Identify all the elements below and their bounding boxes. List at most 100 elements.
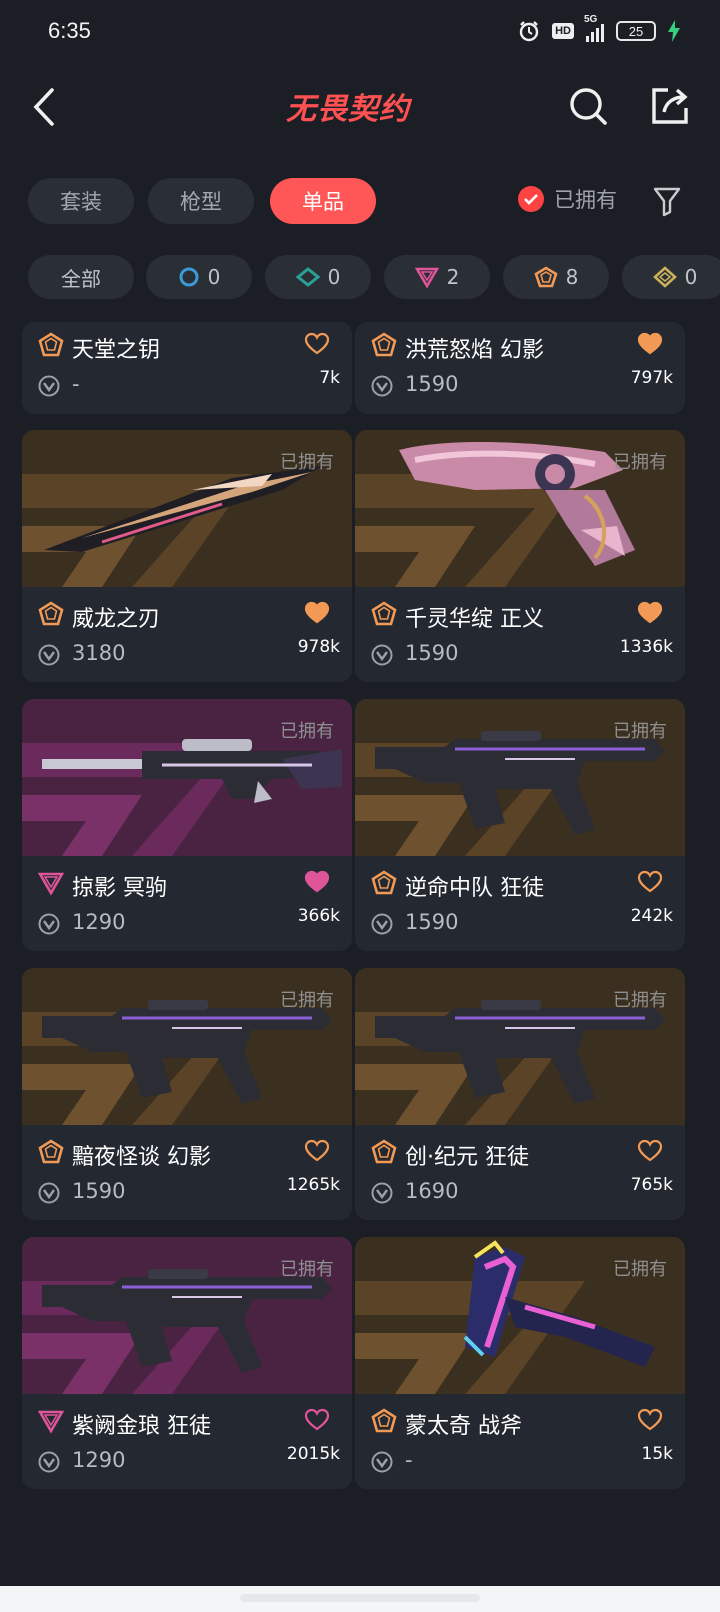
owned-tag: 已拥有 [613,721,667,742]
chip-count: 2 [446,265,460,289]
premium-tier-icon [38,872,64,896]
favorite-heart-icon[interactable] [304,332,330,356]
skin-name: 创·纪元 狂徒 [405,1145,529,1170]
select-tier-icon [179,267,199,287]
rifle-art [375,731,665,835]
skin-name: 逆命中队 狂徒 [405,876,544,901]
skin-image[interactable]: 已拥有 [355,699,685,856]
like-count: 2015k [286,1444,340,1464]
skin-price: - [405,1448,413,1472]
chip-ultra[interactable]: 0 [622,255,720,299]
tab-weapon-type[interactable]: 枪型 [148,178,254,224]
rifle-art [375,1000,665,1104]
skin-info: 威龙之刃 3180 978k [22,587,352,682]
valorant-points-icon [38,375,60,397]
sniper-art [42,739,342,803]
chip-all[interactable]: 全部 [28,255,134,299]
owned-filter-toggle[interactable]: 已拥有 [518,184,617,214]
favorite-heart-icon[interactable] [304,870,330,894]
share-icon[interactable] [648,84,692,128]
skin-image[interactable]: 已拥有 [22,430,352,587]
favorite-heart-icon[interactable] [637,601,663,625]
skin-card[interactable]: 已拥有 掠影 冥驹 1290 366k [22,699,352,951]
favorite-heart-icon[interactable] [637,1408,663,1432]
home-indicator[interactable] [240,1594,480,1602]
owned-tag: 已拥有 [613,990,667,1011]
like-count: 797k [630,368,673,388]
hd-icon: HD [552,23,574,39]
favorite-heart-icon[interactable] [304,601,330,625]
rifle-art [42,1269,332,1373]
skin-card[interactable]: 天堂之钥 - 7k [22,322,352,414]
skin-info: 天堂之钥 - 7k [22,322,352,413]
back-button[interactable] [28,82,68,132]
skin-info: 千灵华绽 正义 1590 1336k [355,587,685,682]
exclusive-tier-icon [371,1139,397,1164]
valorant-points-icon [371,1182,393,1204]
skin-image[interactable]: 已拥有 [22,968,352,1125]
chip-exclusive[interactable]: 8 [503,255,609,299]
skin-price: 3180 [72,641,126,665]
favorite-heart-icon[interactable] [304,1408,330,1432]
skin-card[interactable]: 已拥有 千灵华绽 正义 1590 1336k [355,430,685,682]
skin-card[interactable]: 已拥有 威龙之刃 3180 978k [22,430,352,682]
skin-info: 掠影 冥驹 1290 366k [22,856,352,951]
skin-card[interactable]: 已拥有逆命中队 狂徒 1590 242k [355,699,685,951]
favorite-heart-icon[interactable] [637,870,663,894]
signal-icon: 5G [584,14,604,42]
chip-count: 0 [684,265,698,289]
search-icon[interactable] [566,84,610,128]
skin-price: - [72,372,80,396]
skin-info: 洪荒怒焰 幻影 1590 797k [355,322,685,413]
skin-card[interactable]: 已拥有紫阙金琅 狂徒 1290 2015k [22,1237,352,1489]
tab-set[interactable]: 套装 [28,178,134,224]
like-count: 1265k [286,1175,340,1195]
skin-price: 1590 [405,910,459,934]
like-count: 242k [630,906,673,926]
app-logo: 无畏契约 [286,92,410,127]
skin-image[interactable]: 已拥有 [355,968,685,1125]
skin-image[interactable]: 已拥有 [355,430,685,587]
chip-premium[interactable]: 2 [384,255,490,299]
tab-single-item[interactable]: 单品 [270,178,376,224]
like-count: 7k [319,368,340,388]
skin-name: 紫阙金琅 狂徒 [72,1414,211,1439]
skin-image[interactable]: 已拥有 [22,699,352,856]
skin-price: 1290 [72,910,126,934]
skin-info: 逆命中队 狂徒 1590 242k [355,856,685,951]
valorant-points-icon [371,644,393,666]
valorant-points-icon [38,913,60,935]
app-header: 无畏契约 [0,66,720,156]
skin-card[interactable]: 已拥有 黯夜怪谈 幻影 1590 1265k [22,968,352,1220]
deluxe-tier-icon [295,267,320,287]
favorite-heart-icon[interactable] [304,1139,330,1163]
valorant-points-icon [371,913,393,935]
valorant-points-icon [371,375,393,397]
owned-filter-label: 已拥有 [554,188,617,212]
skin-price: 1590 [72,1179,126,1203]
skin-info: 创·纪元 狂徒 1690 765k [355,1125,685,1220]
skin-card[interactable]: 已拥有 蒙太奇 战斧 - 15k [355,1237,685,1489]
filter-icon[interactable] [652,184,682,218]
skin-card[interactable]: 洪荒怒焰 幻影 1590 797k [355,322,685,414]
favorite-heart-icon[interactable] [637,1139,663,1163]
like-count: 978k [297,637,340,657]
chip-select[interactable]: 0 [146,255,252,299]
skin-image[interactable]: 已拥有 [355,1237,685,1394]
skin-name: 蒙太奇 战斧 [405,1414,522,1439]
chip-all-label: 全部 [61,266,101,291]
skin-name: 千灵华绽 正义 [405,607,544,632]
skin-name: 天堂之钥 [72,338,161,363]
favorite-heart-icon[interactable] [637,332,663,356]
premium-tier-icon [38,1410,64,1434]
skin-grid: 天堂之钥 -7k 洪荒怒焰 幻影 1590 797k 已拥有 威龙之刃 3180 978k 已拥有… [0,322,720,1586]
exclusive-tier-icon [371,1408,397,1433]
skin-price: 1590 [405,641,459,665]
owned-tag: 已拥有 [280,990,334,1011]
skin-card[interactable]: 已拥有创·纪元 狂徒 1690 765k [355,968,685,1220]
premium-tier-icon [414,267,439,288]
skin-price: 1290 [72,1448,126,1472]
pistol-art [399,441,635,566]
skin-image[interactable]: 已拥有 [22,1237,352,1394]
chip-deluxe[interactable]: 0 [265,255,371,299]
